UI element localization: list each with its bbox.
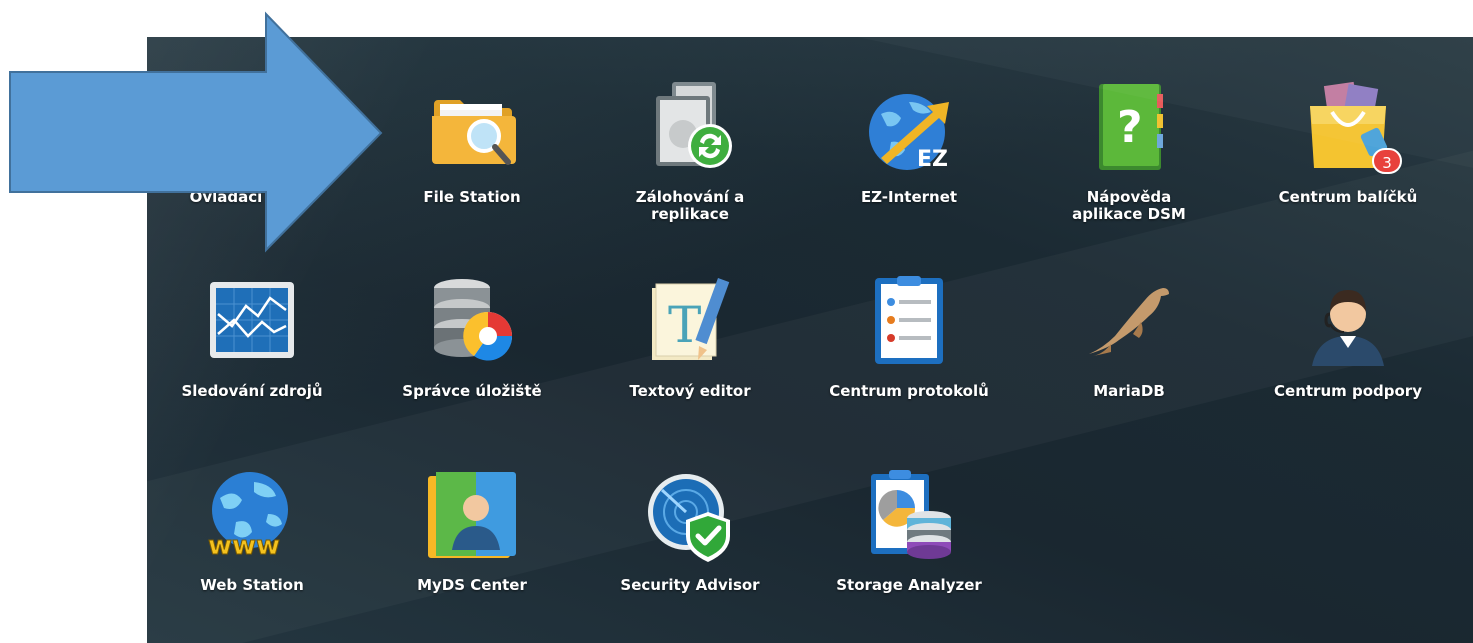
- package-center-icon: 3: [1300, 80, 1402, 176]
- storage-manager-icon: [424, 274, 520, 370]
- log-center-icon: [861, 274, 957, 370]
- app-label: EZ-Internet: [860, 188, 958, 206]
- app-label: Centrum protokolů: [829, 382, 989, 400]
- security-advisor-icon: [642, 468, 738, 564]
- app-label: Textový editor: [629, 382, 751, 400]
- app-backup-replication[interactable]: Zálohování a replikace: [590, 80, 790, 223]
- app-myds-center[interactable]: MyDS Center: [372, 468, 572, 594]
- app-label: Security Advisor: [620, 576, 760, 594]
- svg-text:www: www: [208, 531, 280, 561]
- app-ez-internet[interactable]: EZ EZ-Internet: [809, 80, 1009, 206]
- notification-badge: 3: [1372, 148, 1402, 174]
- app-label: Centrum balíčků: [1278, 188, 1418, 206]
- app-label: MyDS Center: [417, 576, 527, 594]
- text-editor-icon: T: [642, 274, 738, 370]
- file-station-icon: [424, 80, 520, 176]
- storage-analyzer-icon: [861, 468, 957, 564]
- backup-replication-icon: [642, 80, 738, 176]
- support-center-icon: [1300, 274, 1396, 370]
- app-mariadb[interactable]: MariaDB: [1029, 274, 1229, 400]
- app-text-editor[interactable]: T Textový editor: [590, 274, 790, 400]
- dsm-help-icon: ?: [1081, 80, 1177, 176]
- app-storage-analyzer[interactable]: Storage Analyzer: [809, 468, 1009, 594]
- resource-monitor-icon: [204, 274, 300, 370]
- svg-text:EZ: EZ: [917, 147, 948, 172]
- app-label: Web Station: [200, 576, 304, 594]
- app-package-center[interactable]: 3 Centrum balíčků: [1248, 80, 1448, 206]
- svg-text:?: ?: [1117, 102, 1143, 153]
- app-label: Centrum podpory: [1274, 382, 1422, 400]
- web-station-icon: www: [204, 468, 300, 564]
- app-log-center[interactable]: Centrum protokolů: [809, 274, 1009, 400]
- app-label: Nápověda aplikace DSM: [1072, 188, 1186, 223]
- app-web-station[interactable]: www Web Station: [152, 468, 352, 594]
- app-label: MariaDB: [1093, 382, 1165, 400]
- app-support-center[interactable]: Centrum podpory: [1248, 274, 1448, 400]
- app-resource-monitor[interactable]: Sledování zdrojů: [152, 274, 352, 400]
- app-security-advisor[interactable]: Security Advisor: [590, 468, 790, 594]
- ez-internet-icon: EZ: [861, 80, 957, 176]
- annotation-arrow-icon: [9, 11, 383, 253]
- myds-center-icon: [424, 468, 520, 564]
- app-label: Správce úložiště: [402, 382, 542, 400]
- app-dsm-help[interactable]: ? Nápověda aplikace DSM: [1029, 80, 1229, 223]
- mariadb-icon: [1081, 274, 1177, 370]
- app-label: Sledování zdrojů: [181, 382, 323, 400]
- svg-text:T: T: [668, 296, 701, 354]
- app-label: Storage Analyzer: [836, 576, 982, 594]
- app-label: Zálohování a replikace: [635, 188, 745, 223]
- app-storage-manager[interactable]: Správce úložiště: [372, 274, 572, 400]
